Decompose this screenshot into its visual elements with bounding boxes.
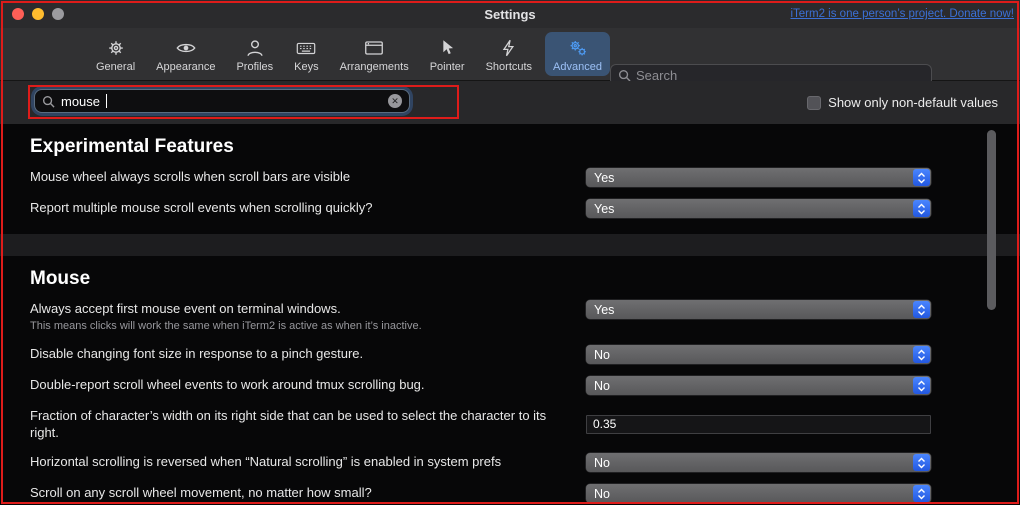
window-panes-icon bbox=[363, 36, 385, 60]
stepper-icon bbox=[913, 346, 930, 363]
stepper-icon bbox=[913, 301, 930, 318]
advanced-filter-field[interactable]: mouse ✕ bbox=[34, 89, 410, 113]
setting-select[interactable]: No bbox=[586, 453, 931, 472]
tab-advanced[interactable]: Advanced bbox=[545, 32, 610, 76]
setting-label: Mouse wheel always scrolls when scroll b… bbox=[30, 169, 351, 184]
stepper-icon bbox=[913, 200, 930, 217]
donate-link[interactable]: iTerm2 is one person’s project. Donate n… bbox=[790, 8, 1014, 20]
setting-sublabel: This means clicks will work the same whe… bbox=[30, 320, 422, 332]
stepper-icon bbox=[913, 485, 930, 502]
toolbar: General Appearance Profiles Keys Arrange… bbox=[0, 28, 1020, 86]
stepper-icon bbox=[913, 454, 930, 471]
select-value: Yes bbox=[594, 302, 615, 317]
scrollbar-thumb[interactable] bbox=[987, 130, 996, 310]
show-nondefault-toggle[interactable]: Show only non-default values bbox=[807, 95, 998, 110]
select-value: No bbox=[594, 347, 610, 362]
tab-profiles[interactable]: Profiles bbox=[228, 32, 281, 76]
settings-window: Settings iTerm2 is one person’s project.… bbox=[0, 0, 1020, 505]
select-value: No bbox=[594, 455, 610, 470]
setting-row: Report multiple mouse scroll events when… bbox=[30, 193, 942, 224]
settings-list: Experimental Features Mouse wheel always… bbox=[0, 124, 1020, 505]
section-title-mouse: Mouse bbox=[30, 268, 91, 289]
cursor-arrow-icon bbox=[436, 36, 458, 60]
eye-icon bbox=[175, 36, 197, 60]
setting-row: Fraction of character’s width on its rig… bbox=[30, 401, 942, 447]
tab-label: Arrangements bbox=[339, 61, 409, 73]
stepper-icon bbox=[913, 377, 930, 394]
toolbar-tabs: General Appearance Profiles Keys Arrange… bbox=[88, 32, 610, 76]
keyboard-icon bbox=[295, 36, 317, 60]
setting-label: Fraction of character’s width on its rig… bbox=[30, 408, 547, 440]
setting-row: Always accept first mouse event on termi… bbox=[30, 294, 942, 339]
clear-search-icon[interactable]: ✕ bbox=[388, 94, 402, 108]
fraction-width-input[interactable] bbox=[586, 414, 931, 434]
text-caret bbox=[106, 94, 108, 108]
setting-row: Mouse wheel always scrolls when scroll b… bbox=[30, 162, 942, 193]
setting-label: Double-report scroll wheel events to wor… bbox=[30, 377, 425, 392]
setting-row: Disable changing font size in response t… bbox=[30, 339, 942, 370]
tab-label: General bbox=[96, 61, 136, 73]
gear-icon bbox=[105, 36, 127, 60]
search-icon bbox=[42, 95, 55, 108]
tab-shortcuts[interactable]: Shortcuts bbox=[478, 32, 540, 76]
tab-label: Appearance bbox=[156, 61, 216, 73]
tab-label: Shortcuts bbox=[485, 61, 533, 73]
checkbox[interactable] bbox=[807, 95, 822, 110]
setting-label: Disable changing font size in response t… bbox=[30, 346, 364, 361]
tab-appearance[interactable]: Appearance bbox=[148, 32, 223, 76]
tab-label: Advanced bbox=[553, 61, 602, 73]
setting-row: Horizontal scrolling is reversed when “N… bbox=[30, 447, 942, 478]
filter-query-text: mouse bbox=[61, 93, 101, 109]
setting-select[interactable]: Yes bbox=[586, 300, 931, 319]
setting-select[interactable]: Yes bbox=[586, 168, 931, 187]
setting-label: Scroll on any scroll wheel movement, no … bbox=[30, 485, 372, 500]
tab-keys[interactable]: Keys bbox=[286, 32, 326, 76]
search-icon bbox=[618, 69, 631, 82]
tab-general[interactable]: General bbox=[88, 32, 143, 76]
scrollbar[interactable] bbox=[987, 130, 996, 490]
tab-arrangements[interactable]: Arrangements bbox=[332, 32, 417, 76]
double-gear-icon bbox=[567, 36, 589, 60]
setting-select[interactable]: No bbox=[586, 345, 931, 364]
tab-label: Pointer bbox=[429, 61, 465, 73]
tab-pointer[interactable]: Pointer bbox=[422, 32, 473, 76]
setting-select[interactable]: No bbox=[586, 484, 931, 503]
setting-select[interactable]: Yes bbox=[586, 199, 931, 218]
setting-row: Double-report scroll wheel events to wor… bbox=[30, 370, 942, 401]
select-value: Yes bbox=[594, 201, 615, 216]
person-icon bbox=[244, 36, 266, 60]
titlebar: Settings iTerm2 is one person’s project.… bbox=[0, 0, 1020, 28]
stepper-icon bbox=[913, 169, 930, 186]
setting-label: Report multiple mouse scroll events when… bbox=[30, 200, 373, 215]
tab-label: Keys bbox=[294, 61, 319, 73]
select-value: No bbox=[594, 486, 610, 501]
tab-label: Profiles bbox=[236, 61, 274, 73]
select-value: Yes bbox=[594, 170, 615, 185]
lightning-bolt-icon bbox=[498, 36, 520, 60]
section-title-experimental: Experimental Features bbox=[30, 136, 234, 157]
setting-row: Scroll on any scroll wheel movement, no … bbox=[30, 478, 942, 505]
select-value: No bbox=[594, 378, 610, 393]
section-divider bbox=[0, 234, 1020, 256]
setting-select[interactable]: No bbox=[586, 376, 931, 395]
checkbox-label: Show only non-default values bbox=[828, 95, 998, 110]
setting-label: Always accept first mouse event on termi… bbox=[30, 301, 341, 316]
setting-label: Horizontal scrolling is reversed when “N… bbox=[30, 454, 502, 469]
